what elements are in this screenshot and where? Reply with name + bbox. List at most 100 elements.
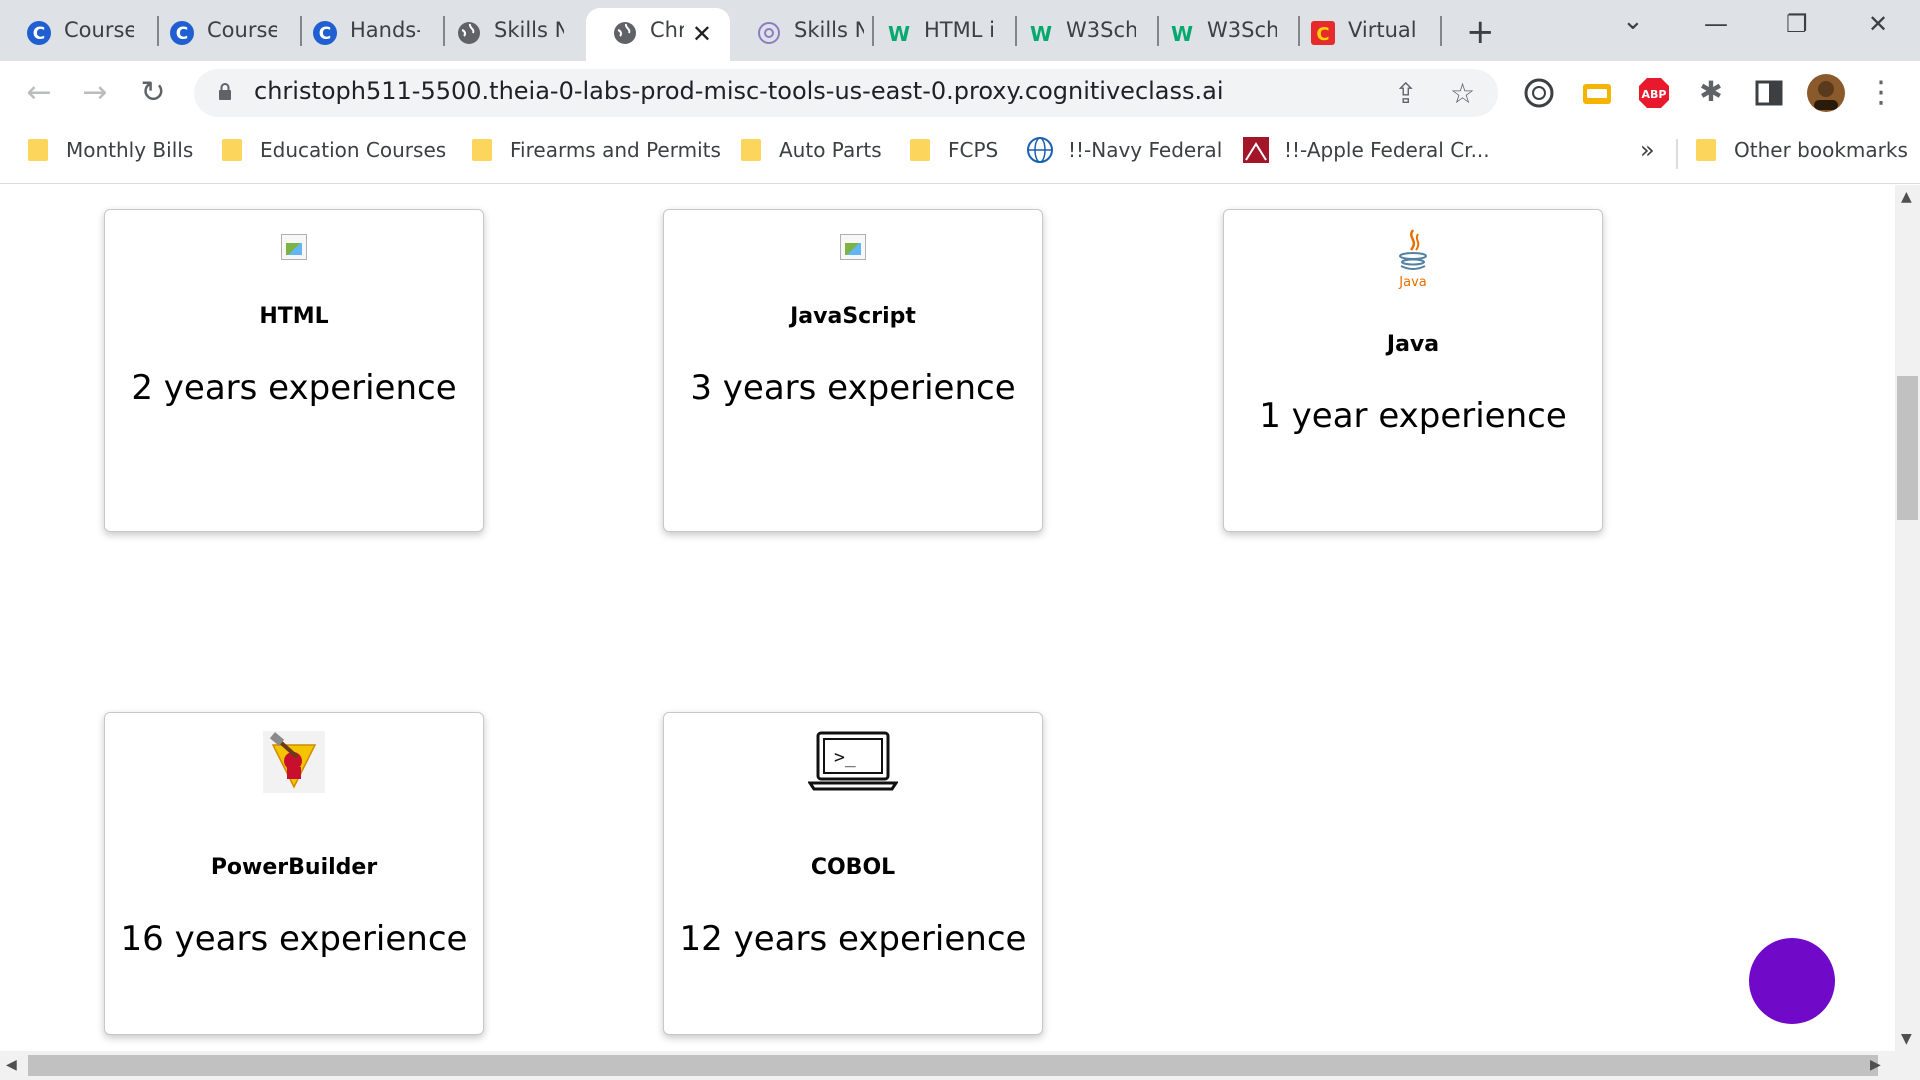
- skill-card-html: HTML 2 years experience: [104, 209, 484, 532]
- skill-name: COBOL: [810, 855, 896, 880]
- restore-button[interactable]: ❐: [1786, 10, 1808, 38]
- bookmark-navy-federal[interactable]: !!-Navy Federal: [1026, 135, 1222, 165]
- skill-card-powerbuilder: PowerBuilder 16 years experience: [104, 712, 484, 1035]
- vertical-scroll-thumb[interactable]: [1897, 376, 1918, 520]
- tab-coursera-2[interactable]: C Courser: [143, 8, 293, 53]
- tab-skills-2[interactable]: Skills N: [730, 8, 880, 53]
- tab-label: Chr: [650, 18, 684, 42]
- tab-coursera-1[interactable]: C Courser: [0, 8, 150, 53]
- bookmark-firearms-permits[interactable]: Firearms and Permits: [472, 135, 721, 165]
- horizontal-scroll-thumb[interactable]: [28, 1055, 1878, 1076]
- folder-icon: [910, 137, 932, 163]
- skill-experience: 3 years experience: [690, 368, 1016, 408]
- skill-experience: 2 years experience: [131, 368, 457, 408]
- gear-icon: [758, 22, 780, 44]
- share-icon[interactable]: ⇪: [1394, 77, 1417, 110]
- bookmark-label: Monthly Bills: [66, 138, 194, 162]
- svg-text:C: C: [1316, 24, 1329, 45]
- adblock-icon[interactable]: ABP: [1637, 76, 1671, 110]
- minimize-button[interactable]: —: [1704, 10, 1728, 38]
- url-text: christoph511-5500.theia-0-labs-prod-misc…: [254, 77, 1224, 105]
- page-viewport: HTML 2 years experience JavaScript 3 yea…: [0, 185, 1895, 1051]
- folder-icon: [28, 137, 50, 163]
- tab-strip: C Courser C Courser C Hands- Skills N Ch…: [0, 0, 1920, 61]
- wallet-extension-icon[interactable]: [1580, 76, 1614, 110]
- new-tab-button[interactable]: +: [1466, 12, 1495, 52]
- tab-label: Skills N: [494, 18, 564, 42]
- avatar[interactable]: [1806, 73, 1846, 113]
- scroll-down-arrow-icon[interactable]: ▼: [1901, 1031, 1912, 1047]
- scroll-up-arrow-icon[interactable]: ▲: [1901, 189, 1912, 205]
- skill-name: JavaScript: [790, 304, 916, 329]
- svg-text:W: W: [1030, 22, 1052, 46]
- bookmarks-overflow-button[interactable]: »: [1640, 135, 1655, 165]
- globe-icon: [458, 22, 480, 44]
- bookmark-apple-federal[interactable]: !!-Apple Federal Cr...: [1242, 135, 1490, 165]
- tab-virtual[interactable]: C Virtual: [1284, 8, 1434, 53]
- extension-circle-icon[interactable]: [1522, 76, 1556, 110]
- tab-active[interactable]: Chr ✕: [586, 8, 730, 61]
- back-button[interactable]: ←: [22, 75, 56, 110]
- globe-icon: [1027, 137, 1053, 163]
- vertical-scrollbar[interactable]: ▲ ▼: [1895, 185, 1920, 1051]
- side-panel-icon[interactable]: [1752, 76, 1786, 110]
- bookmark-label: Firearms and Permits: [510, 138, 721, 162]
- tab-w3-html[interactable]: W HTML i: [860, 8, 1010, 53]
- bookmarks-bar: Monthly Bills Education Courses Firearms…: [0, 125, 1920, 184]
- scroll-right-arrow-icon[interactable]: ▶: [1870, 1057, 1881, 1073]
- address-bar[interactable]: christoph511-5500.theia-0-labs-prod-misc…: [194, 69, 1498, 117]
- java-logo-text: Java: [1398, 275, 1426, 290]
- bookmark-label: Other bookmarks: [1734, 138, 1908, 162]
- extensions-puzzle-icon[interactable]: ✱: [1694, 75, 1728, 108]
- bookmark-fcps[interactable]: FCPS: [910, 135, 998, 165]
- w3schools-icon: W: [1030, 22, 1052, 46]
- horizontal-scrollbar[interactable]: ◀ ▶: [0, 1051, 1920, 1080]
- coursera-icon: C: [170, 21, 194, 45]
- bookmark-monthly-bills[interactable]: Monthly Bills: [28, 135, 193, 165]
- tab-label: Hands-: [350, 18, 420, 42]
- tab-label: Skills N: [794, 18, 864, 42]
- globe-icon: [614, 22, 636, 44]
- java-logo-icon: Java: [1398, 229, 1427, 290]
- svg-text:C: C: [33, 24, 45, 44]
- broken-image-icon: [840, 234, 866, 260]
- bookmarks-separator: [1676, 139, 1678, 169]
- tab-w3-2[interactable]: W W3Sch: [1143, 8, 1293, 53]
- bookmark-star-icon[interactable]: ☆: [1450, 77, 1475, 110]
- skill-card-javascript: JavaScript 3 years experience: [663, 209, 1043, 532]
- tab-w3-1[interactable]: W W3Sch: [1002, 8, 1152, 53]
- bookmark-education-courses[interactable]: Education Courses: [222, 135, 446, 165]
- tab-label: HTML i: [924, 18, 994, 42]
- skill-experience: 16 years experience: [120, 919, 468, 959]
- browser-menu-icon[interactable]: ⋮: [1864, 75, 1898, 110]
- bookmark-auto-parts[interactable]: Auto Parts: [741, 135, 882, 165]
- tab-search-icon[interactable]: ⌄: [1622, 6, 1644, 36]
- tab-skills-1[interactable]: Skills N: [430, 8, 580, 53]
- close-tab-icon[interactable]: ✕: [692, 20, 712, 48]
- folder-icon: [1696, 137, 1718, 163]
- forward-button[interactable]: →: [78, 75, 112, 110]
- floating-action-button[interactable]: [1749, 938, 1835, 1024]
- svg-text:W: W: [1171, 22, 1193, 46]
- bookmark-label: FCPS: [948, 138, 999, 162]
- bookmark-label: Auto Parts: [779, 138, 882, 162]
- svg-text:C: C: [319, 24, 331, 44]
- tab-label: W3Sch: [1066, 18, 1136, 42]
- lock-icon: [219, 83, 231, 100]
- tab-hands-on[interactable]: C Hands-: [286, 8, 436, 53]
- coursera-icon: C: [313, 21, 337, 45]
- reload-button[interactable]: ↻: [136, 75, 170, 110]
- folder-icon: [222, 137, 244, 163]
- bookmark-label: !!-Apple Federal Cr...: [1284, 138, 1490, 162]
- terminal-prompt-text: >_: [834, 747, 856, 768]
- other-bookmarks[interactable]: Other bookmarks: [1696, 135, 1908, 165]
- skill-card-java: Java Java 1 year experience: [1223, 209, 1603, 532]
- folder-icon: [741, 137, 763, 163]
- skill-name: PowerBuilder: [210, 855, 378, 880]
- svg-text:C: C: [176, 24, 188, 44]
- w3schools-icon: W: [1171, 22, 1193, 46]
- close-window-button[interactable]: ✕: [1868, 10, 1888, 38]
- cognitiveclass-icon: C: [1311, 21, 1335, 45]
- tab-label: W3Sch: [1207, 18, 1277, 42]
- scroll-left-arrow-icon[interactable]: ◀: [6, 1057, 17, 1073]
